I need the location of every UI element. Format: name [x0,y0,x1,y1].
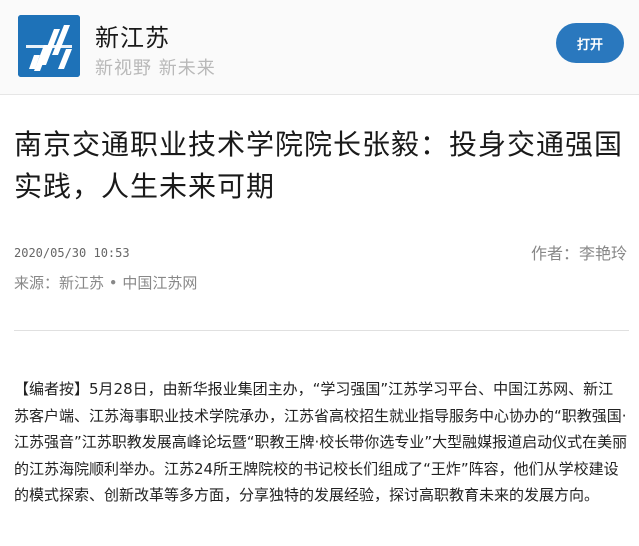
publish-date: 2020/05/30 10:53 [14,246,130,260]
divider [14,330,629,331]
article-author: 作者：李艳玲 [530,244,627,263]
xinjiangsu-logo-icon [18,15,80,77]
app-slogan: 新视野 新未来 [95,58,216,79]
article-title: 南京交通职业技术学院院长张毅：投身交通强国实践，人生未来可期 [14,128,624,203]
editor-note-paragraph: 【编者按】5月28日，由新华报业集团主办，“学习强国”江苏学习平台、中国江苏网、… [14,380,628,504]
app-banner: 新江苏 新视野 新未来 打开 [0,0,639,95]
article-source: 来源：新江苏 • 中国江苏网 [14,274,198,292]
open-app-button[interactable]: 打开 [556,23,624,63]
app-name: 新江苏 [95,24,170,52]
